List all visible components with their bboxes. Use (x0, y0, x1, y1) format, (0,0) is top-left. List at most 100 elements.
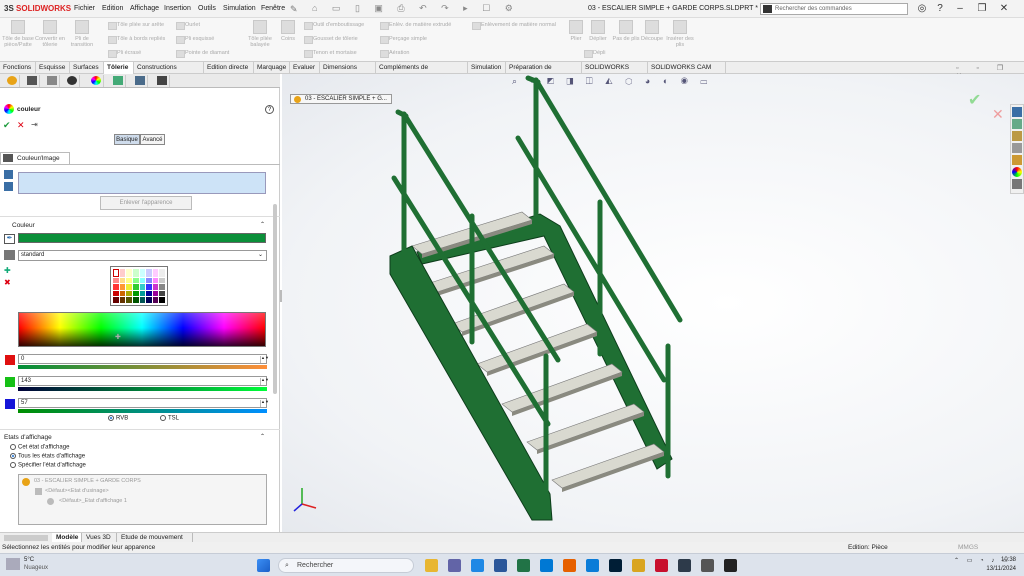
files-icon[interactable] (471, 559, 484, 572)
ribbon-tool-13[interactable]: Dépli (584, 50, 606, 58)
eyedropper-icon[interactable]: ✒ (4, 234, 15, 244)
tab-1[interactable]: Esquisse (36, 62, 70, 74)
palette-swatch[interactable] (119, 284, 126, 290)
collapse-icon[interactable]: ⌃ (260, 221, 265, 228)
pin-icon[interactable]: ⇥ (31, 120, 38, 129)
tab-9[interactable]: Compléments de SOLIDWORKS (376, 62, 468, 83)
palette-swatch[interactable] (152, 277, 159, 284)
color-spectrum-picker[interactable]: ✚ (18, 312, 266, 347)
blue-value-input[interactable]: 57 ▲▼ (18, 398, 269, 408)
quick-access-toolbar[interactable]: ⌂ ▭ ▯ ▣ ⎙ ↶ ↷ ▸ ☐ ⚙ (312, 3, 519, 14)
display-state-tree[interactable]: 03 - ESCALIER SIMPLE + GARDE CORPS <Défa… (18, 474, 267, 525)
add-swatch-icon[interactable]: ✚ (4, 266, 15, 275)
tab-13[interactable]: SOLIDWORKS CAM TBM (648, 62, 726, 83)
autodesk-icon[interactable] (724, 559, 737, 572)
color-section-header[interactable]: Couleur (12, 222, 35, 229)
explorer-icon[interactable] (1012, 143, 1022, 153)
remove-appearance-button[interactable]: Enlever l'apparence (100, 196, 192, 210)
restore-button[interactable]: ❐ (976, 3, 988, 15)
menu-affichage[interactable]: Affichage (130, 5, 159, 12)
solidworks-logo[interactable]: 3S SOLIDWORKS (4, 4, 71, 13)
collapse-icon[interactable]: ⌃ (260, 433, 265, 440)
edge-icon[interactable] (586, 559, 599, 572)
spinner-icon[interactable]: ▲▼ (260, 378, 269, 385)
palette-swatch[interactable] (113, 297, 119, 303)
units-selector[interactable]: MMGS (958, 542, 978, 553)
palette-swatch[interactable] (152, 297, 159, 303)
display-tab[interactable] (110, 75, 126, 87)
pin-icon[interactable]: ✎ (290, 4, 298, 15)
display-states-header[interactable]: Etats d'affichage (4, 434, 52, 441)
palette-swatch[interactable] (139, 297, 146, 303)
red-value-input[interactable]: 0 ▲▼ (18, 354, 269, 364)
green-value-input[interactable]: 143 ▲▼ (18, 376, 269, 386)
palette-swatch[interactable] (126, 290, 132, 297)
taskbar-search[interactable]: ⌕ Rechercher (278, 558, 414, 573)
ribbon-tool-8[interactable]: Tenon et mortaise (304, 50, 357, 58)
palette-swatch[interactable] (139, 290, 146, 297)
ribbon-tool-0[interactable]: Tôle pliée sur arête (108, 22, 164, 30)
resources-icon[interactable] (1012, 107, 1022, 117)
help-icon[interactable]: ? (934, 3, 946, 15)
palette-swatch[interactable] (159, 297, 165, 303)
cam-tbm-tab[interactable] (154, 75, 170, 87)
palette-select[interactable]: standard ⌄ (18, 250, 267, 261)
ribbon-tool-11[interactable]: Aération (380, 50, 410, 58)
ribbon-tool-10[interactable]: Perçage simple (380, 36, 427, 44)
custom-properties-icon[interactable] (1012, 179, 1022, 189)
ribbon-button-4[interactable]: Coins (272, 20, 304, 42)
green-slider[interactable] (18, 387, 267, 391)
display-state-option-2[interactable]: Spécifier l'état d'affichage (10, 462, 86, 469)
pane-scrollbar[interactable] (273, 204, 277, 394)
tab-0[interactable]: Fonctions (0, 62, 36, 74)
ribbon-tool-6[interactable]: Outil d'emboutissage (304, 22, 364, 30)
palette-swatch[interactable] (119, 290, 126, 297)
palette-icon[interactable] (1012, 155, 1022, 165)
palette-swatch[interactable] (132, 269, 139, 277)
palette-swatch[interactable] (152, 284, 159, 290)
ribbon-tool-7[interactable]: Gousset de tôlerie (304, 36, 358, 44)
tab-3[interactable]: Tôlerie (104, 62, 134, 74)
close-button[interactable]: ✕ (998, 3, 1010, 15)
palette-swatch[interactable] (119, 269, 126, 277)
palette-swatch[interactable] (139, 277, 146, 284)
cancel-x-icon[interactable]: ✕ (17, 120, 25, 131)
menu-edition[interactable]: Edition (102, 5, 123, 12)
palette-swatch[interactable] (146, 284, 152, 290)
ok-check-icon[interactable]: ✔ (3, 120, 11, 131)
ribbon-tool-12[interactable]: Enlèvement de matière normal (472, 22, 556, 30)
rvb-radio[interactable]: RVB (108, 415, 128, 422)
palette-swatch[interactable] (119, 297, 126, 303)
ribbon-button-2[interactable]: Pli de transition (66, 20, 98, 48)
appearance-tab[interactable] (88, 75, 104, 87)
palette-swatch[interactable] (126, 269, 132, 277)
minimize-button[interactable]: – (954, 3, 966, 15)
config-tab[interactable] (44, 75, 60, 87)
word-icon[interactable] (494, 559, 507, 572)
command-search-input[interactable]: Rechercher des commandes (760, 3, 908, 15)
display-state-option-0[interactable]: Cet état d'affichage (10, 444, 69, 451)
graphics-viewport[interactable]: 03 - ESCALIER SIMPLE + G... ⌕ ⌖ ◩ ◨ ◫ ◭ … (282, 74, 1024, 532)
appearance-icon[interactable] (1012, 167, 1022, 177)
palette-swatch[interactable] (113, 290, 119, 297)
ribbon-button-0[interactable]: Tôle de base pièce/Patte (2, 20, 34, 48)
palette-swatch[interactable] (159, 277, 165, 284)
palette-swatch[interactable] (159, 269, 165, 277)
outlook-icon[interactable] (540, 559, 553, 572)
palette-swatch[interactable] (159, 284, 165, 290)
selection-list-box[interactable] (18, 172, 266, 194)
cam-tab[interactable] (132, 75, 148, 87)
palette-swatch[interactable] (146, 290, 152, 297)
palette-swatch[interactable] (126, 277, 132, 284)
ribbon-button-6[interactable]: Plier (560, 20, 592, 42)
help-icon[interactable]: ? (265, 105, 274, 114)
ribbon-tool-1[interactable]: Tôle à bords repliés (108, 36, 165, 44)
property-tab[interactable] (24, 75, 40, 87)
menu-outils[interactable]: Outils (198, 5, 216, 12)
palette-swatch[interactable] (113, 269, 119, 277)
menu-fichier[interactable]: Fichier (74, 5, 95, 12)
feature-tree-tab[interactable] (4, 75, 20, 87)
palette-swatch[interactable] (132, 284, 139, 290)
ribbon-tool-5[interactable]: Pointe de diamant (176, 50, 229, 58)
palette-swatch[interactable] (132, 277, 139, 284)
